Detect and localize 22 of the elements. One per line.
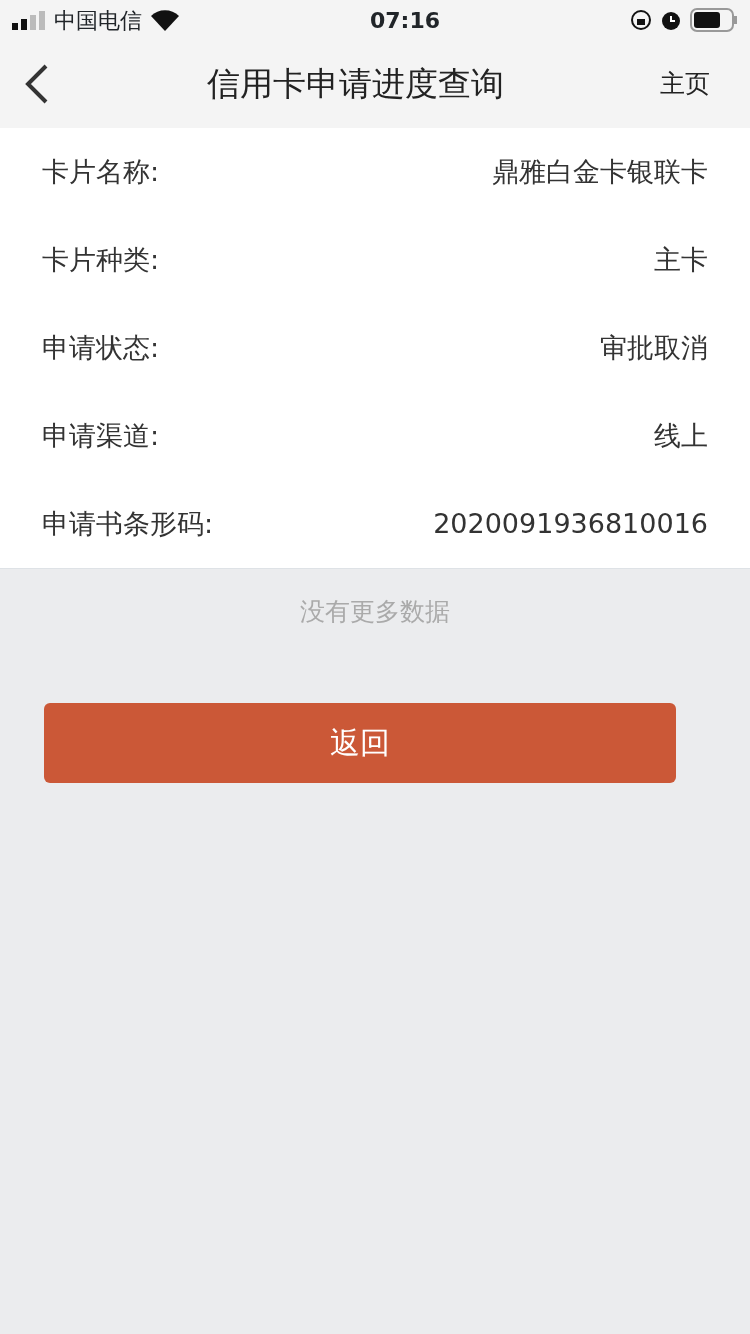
clock-time: 07:16	[370, 6, 440, 35]
field-label: 申请状态:	[42, 330, 160, 365]
rotation-lock-icon	[630, 9, 652, 31]
field-value: 2020091936810016	[433, 506, 708, 541]
back-button[interactable]: 返回	[44, 702, 676, 783]
field-label: 申请书条形码:	[42, 506, 214, 541]
home-link[interactable]: 主页	[660, 65, 710, 103]
battery-icon	[690, 8, 738, 32]
page-title: 信用卡申请进度查询	[206, 63, 504, 106]
alarm-icon	[660, 9, 682, 31]
signal-icon	[12, 10, 46, 30]
field-value: 鼎雅白金卡银联卡	[492, 154, 708, 189]
field-value: 线上	[654, 418, 708, 453]
carrier-name: 中国电信	[54, 6, 142, 35]
back-icon[interactable]	[24, 64, 50, 104]
field-value: 审批取消	[600, 330, 708, 365]
wifi-icon	[150, 9, 180, 31]
no-more-data-text: 没有更多数据	[300, 597, 450, 626]
field-label: 卡片名称:	[42, 154, 160, 189]
field-value: 主卡	[654, 242, 708, 277]
field-label: 申请渠道:	[42, 418, 160, 453]
field-label: 卡片种类:	[42, 242, 160, 277]
